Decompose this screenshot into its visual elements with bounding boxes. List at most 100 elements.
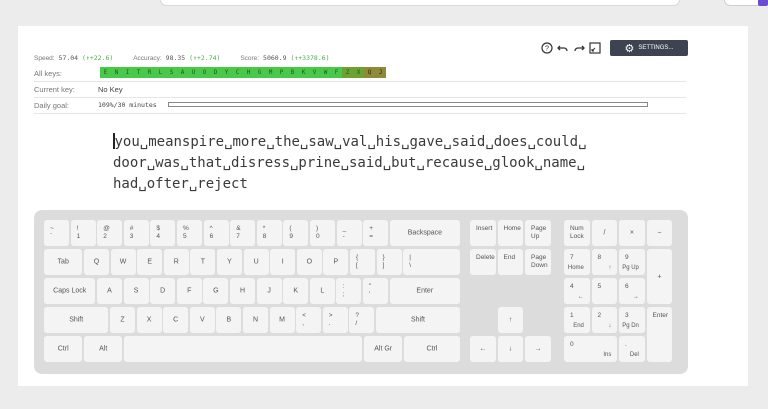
key-symbol[interactable]: " ' — [363, 278, 388, 304]
key-j[interactable]: J — [256, 278, 282, 304]
key-alt[interactable]: Alt — [84, 336, 123, 362]
key-chip[interactable]: Y — [221, 67, 232, 78]
key-space[interactable] — [124, 336, 363, 362]
key-chip[interactable]: P — [276, 67, 287, 78]
key-nav[interactable]: End — [497, 249, 524, 275]
key-num-7[interactable]: 7 Home — [564, 249, 590, 275]
key-nav[interactable]: Page Down — [525, 249, 551, 275]
key-backspace[interactable]: Backspace — [389, 220, 460, 246]
key-chip[interactable]: Z — [342, 67, 353, 78]
key-num-6[interactable]: 6 → — [619, 278, 645, 304]
key-chip[interactable]: D — [210, 67, 221, 78]
key-num-2[interactable]: 2 ↓ — [591, 307, 618, 333]
key-s[interactable]: S — [123, 278, 149, 304]
help-icon[interactable]: ? — [540, 42, 553, 55]
key-chip[interactable]: N — [111, 67, 122, 78]
key-z[interactable]: Z — [110, 307, 135, 333]
key-l[interactable]: L — [309, 278, 335, 304]
key-chip[interactable]: I — [122, 67, 133, 78]
key-chip[interactable]: A — [177, 67, 188, 78]
key-arrow-right[interactable]: → — [525, 336, 551, 362]
key-2[interactable]: @2 — [97, 220, 123, 246]
key-num-1[interactable]: 1 End — [564, 307, 590, 333]
key-symbol[interactable]: ? / — [349, 307, 375, 333]
key-h[interactable]: H — [230, 278, 255, 304]
key-num-decimal[interactable]: . Del — [619, 336, 645, 362]
redo-icon[interactable] — [572, 42, 585, 55]
key-nav[interactable]: Insert — [470, 220, 496, 246]
key-nav[interactable]: Page Up — [525, 220, 551, 246]
key--[interactable]: _ - — [336, 220, 362, 246]
key-shift-left[interactable]: Shift — [44, 307, 109, 333]
key-chip[interactable]: U — [188, 67, 199, 78]
key-caps-lock[interactable]: Caps Lock — [44, 278, 96, 304]
key-e[interactable]: E — [137, 249, 163, 275]
key-num-8[interactable]: 8 ↑ — [591, 249, 618, 275]
key-y[interactable]: Y — [217, 249, 242, 275]
key-chip[interactable]: Q — [364, 67, 375, 78]
key-arrow-down[interactable]: ↓ — [497, 336, 524, 362]
key-symbol[interactable]: | \ — [403, 249, 460, 275]
key-1[interactable]: ! 1 — [70, 220, 96, 246]
key-w[interactable]: W — [110, 249, 136, 275]
key-4[interactable]: $4 — [150, 220, 176, 246]
key-g[interactable]: G — [203, 278, 229, 304]
key-f[interactable]: F — [176, 278, 202, 304]
key-num-4[interactable]: 4 ← — [564, 278, 590, 304]
key-`[interactable]: ~ ` — [44, 220, 69, 246]
key-d[interactable]: D — [150, 278, 176, 304]
key-chip[interactable]: R — [144, 67, 155, 78]
key-nav[interactable]: Home — [497, 220, 524, 246]
key-3[interactable]: #3 — [123, 220, 149, 246]
key-9[interactable]: (9 — [283, 220, 309, 246]
key-num-plus[interactable]: + — [646, 249, 673, 304]
key-5[interactable]: % 5 — [177, 220, 202, 246]
key-num-multiply[interactable]: × — [619, 220, 645, 246]
key-chip[interactable]: J — [375, 67, 386, 78]
key-ctrl-right[interactable]: Ctrl — [404, 336, 460, 362]
key-p[interactable]: P — [323, 249, 349, 275]
key-arrow-left[interactable]: ← — [470, 336, 496, 362]
key-chip[interactable]: O — [199, 67, 210, 78]
key-8[interactable]: * 8 — [256, 220, 282, 246]
key-num-minus[interactable]: − — [646, 220, 673, 246]
extension-icon[interactable] — [758, 0, 768, 6]
key-chip[interactable]: H — [243, 67, 254, 78]
key-chip[interactable]: L — [155, 67, 166, 78]
key-=[interactable]: + = — [363, 220, 389, 246]
key-num-9[interactable]: 9 Pg Up — [619, 249, 645, 275]
key-shift-right[interactable]: Shift — [376, 307, 460, 333]
key-tab[interactable]: Tab — [44, 249, 83, 275]
key-chip[interactable]: K — [298, 67, 309, 78]
key-alt-gr[interactable]: Alt Gr — [364, 336, 403, 362]
key-b[interactable]: B — [216, 307, 242, 333]
address-bar[interactable] — [160, 0, 680, 6]
key-chip[interactable]: F — [331, 67, 342, 78]
key-nav[interactable]: Delete — [470, 249, 496, 275]
key-num-divide[interactable]: / — [591, 220, 618, 246]
key-chip[interactable]: C — [232, 67, 243, 78]
settings-button[interactable]: ⚙ SETTINGS... — [610, 40, 688, 56]
typing-text-area[interactable]: you␣meanspire␣more␣the␣saw␣val␣his␣gave␣… — [113, 132, 673, 195]
key-c[interactable]: C — [163, 307, 189, 333]
key-arrow-up[interactable]: ↑ — [497, 307, 524, 333]
key-num-0[interactable]: 0 Ins — [564, 336, 618, 362]
key-0[interactable]: ) 0 — [310, 220, 335, 246]
key-t[interactable]: T — [190, 249, 216, 275]
key-symbol[interactable]: <, — [296, 307, 322, 333]
key-chip[interactable]: T — [133, 67, 144, 78]
key-i[interactable]: I — [270, 249, 296, 275]
key-num-5[interactable]: 5 — [591, 278, 618, 304]
key-chip[interactable]: G — [254, 67, 265, 78]
key-num-lock[interactable]: Num Lock — [564, 220, 590, 246]
key-symbol[interactable]: }] — [376, 249, 402, 275]
key-num-enter[interactable]: Enter — [646, 307, 673, 362]
key-q[interactable]: Q — [84, 249, 109, 275]
key-u[interactable]: U — [243, 249, 269, 275]
key-n[interactable]: N — [243, 307, 268, 333]
fullscreen-icon[interactable] — [588, 42, 601, 55]
key-chip[interactable]: S — [166, 67, 177, 78]
key-chip[interactable]: M — [265, 67, 276, 78]
key-o[interactable]: O — [296, 249, 322, 275]
key-a[interactable]: A — [97, 278, 122, 304]
